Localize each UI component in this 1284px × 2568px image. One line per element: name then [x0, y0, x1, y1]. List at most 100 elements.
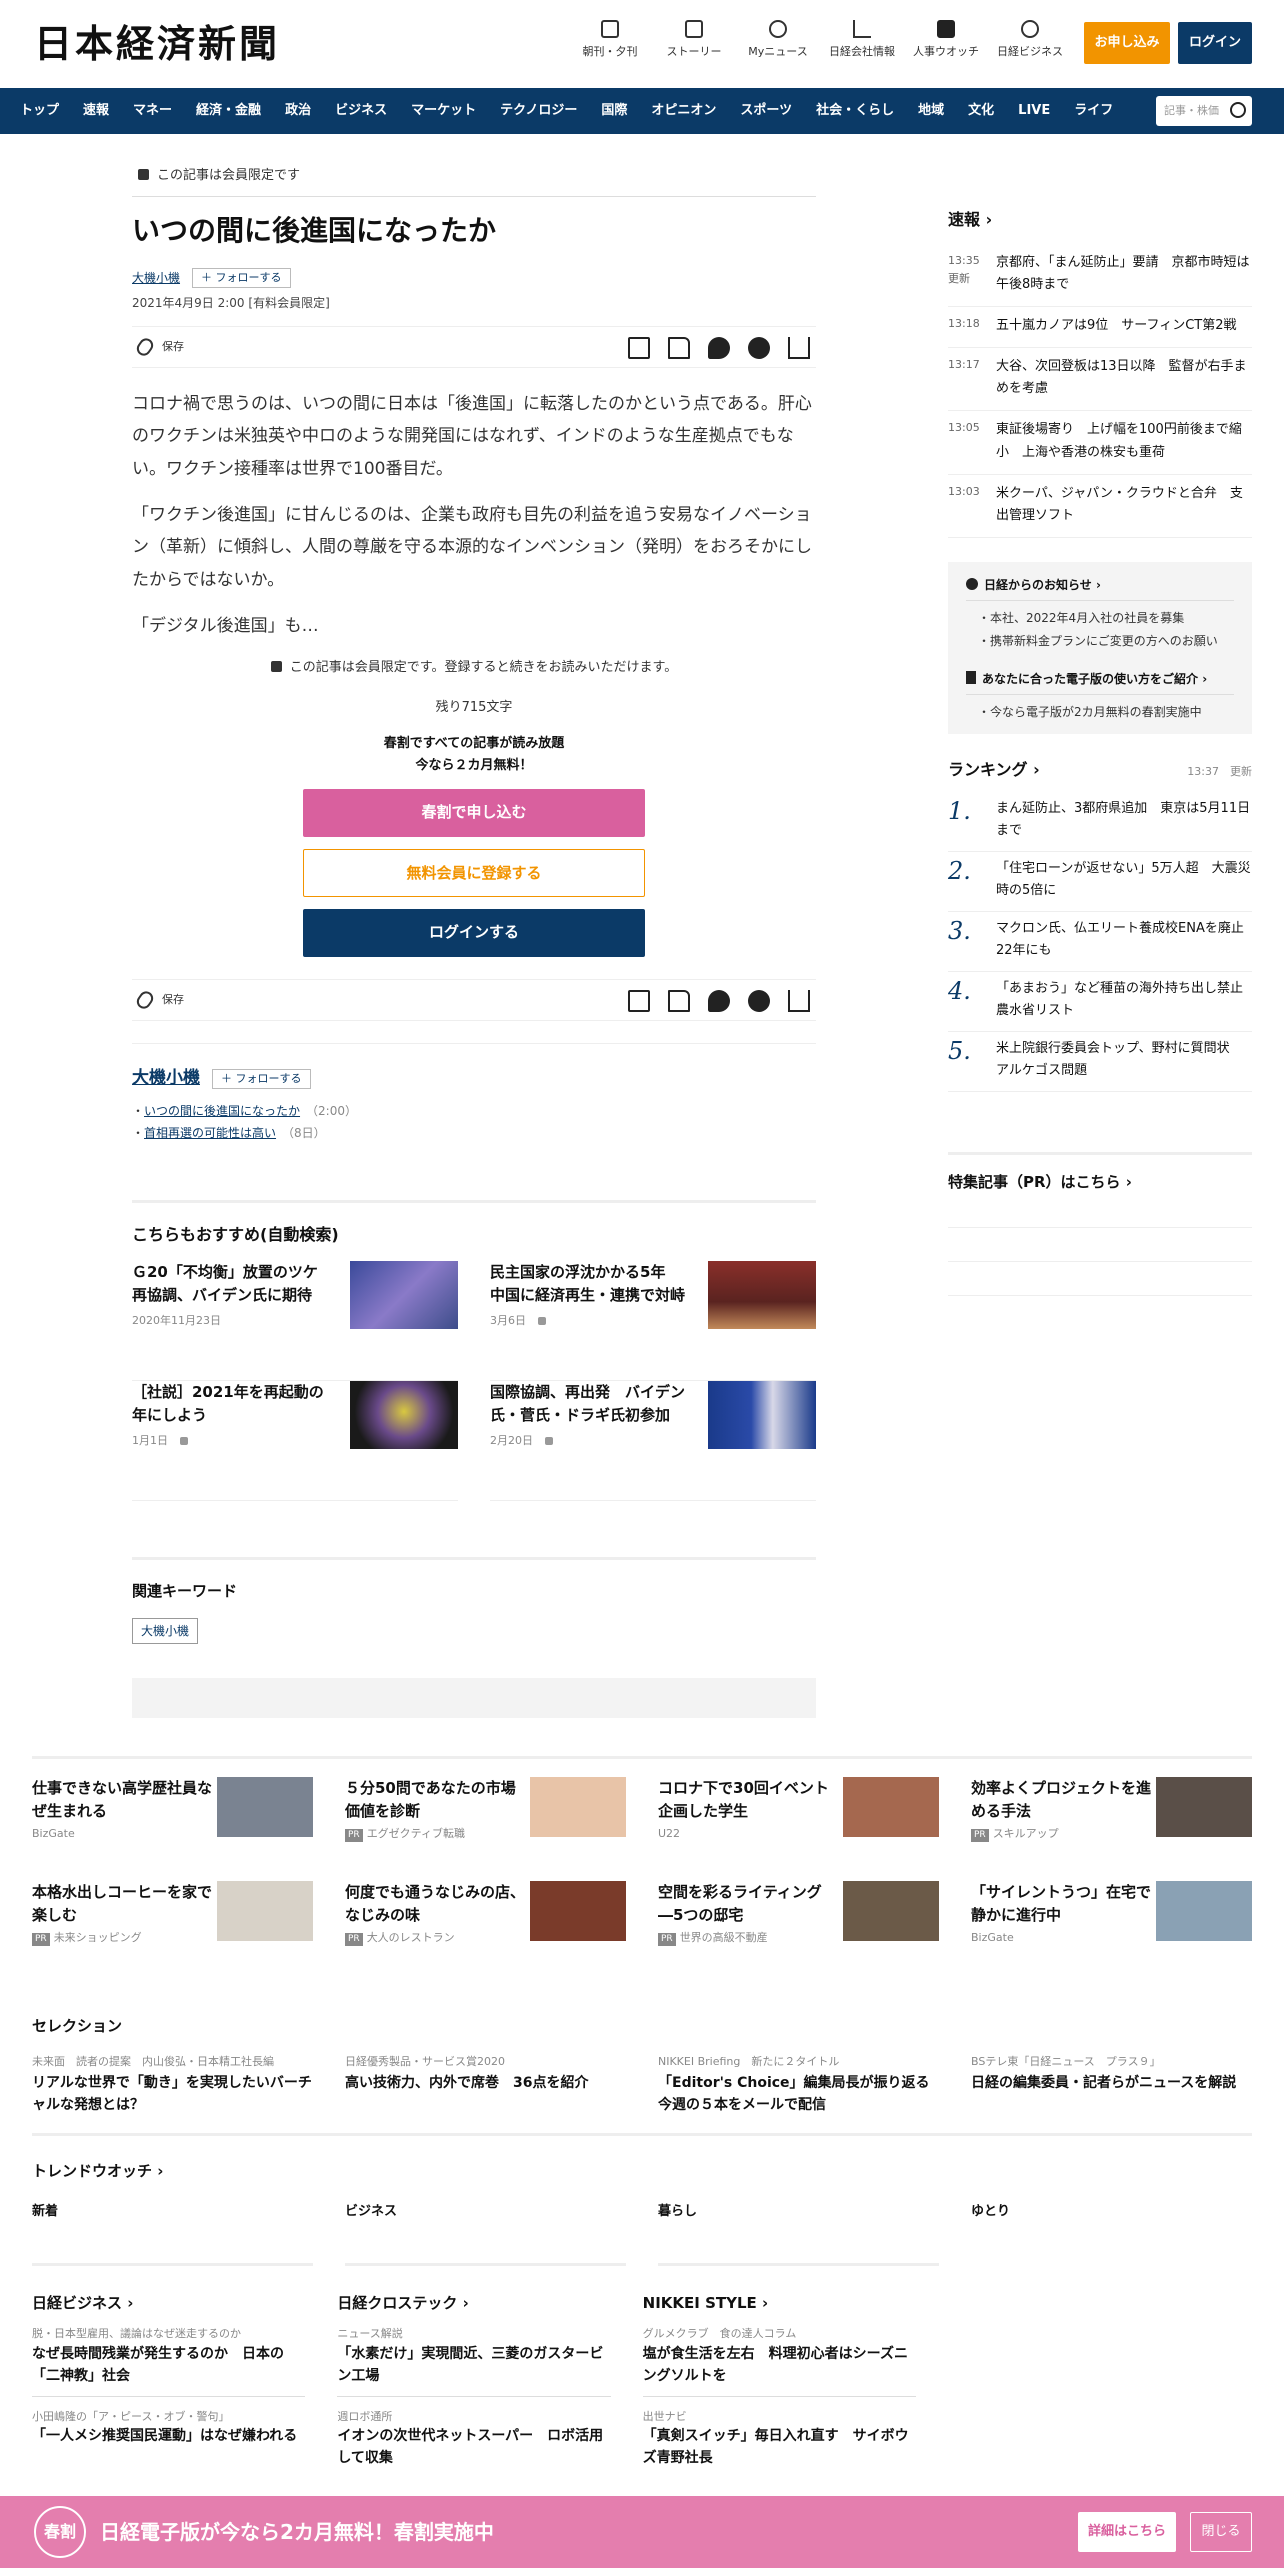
nav-market[interactable]: マーケット — [411, 101, 476, 121]
author-name-link[interactable]: 大機小機 — [132, 1066, 200, 1092]
media-article[interactable]: 脱・日本型雇用、議論はなぜ迷走するのか なぜ長時間残業が発生するのか 日本の「二神… — [32, 2326, 306, 2397]
ad-item[interactable]: 「サイレントうつ」在宅で静かに進行中 BizGate — [971, 1881, 1252, 1985]
nikkei-business-link[interactable]: 日経ビジネス — [988, 20, 1072, 61]
login-button[interactable]: ログイン — [1178, 22, 1252, 64]
recommend-item[interactable]: Ｇ20「不均衡」放置のツケ 再協調、バイデン氏に期待 2020年11月23日 — [132, 1260, 458, 1381]
note-icon[interactable] — [668, 337, 690, 360]
free-register-button[interactable]: 無料会員に登録する — [303, 849, 645, 898]
nav-life[interactable]: ライフ — [1074, 101, 1113, 121]
trend-tab-leisure[interactable]: ゆとり — [971, 2204, 1010, 2219]
login-cta-button[interactable]: ログインする — [303, 909, 645, 958]
ranking-item[interactable]: 3. マクロン氏、仏エリート養成校ENAを廃止 22年にも — [948, 912, 1257, 973]
trend-tab-new[interactable]: 新着 — [32, 2204, 58, 2219]
trend-title[interactable]: トレンドウオッチ — [32, 2160, 1252, 2183]
nav-top[interactable]: トップ — [20, 101, 59, 121]
follow-button[interactable]: ＋ フォローする — [192, 267, 291, 289]
nav-international[interactable]: 国際 — [601, 101, 627, 121]
media-title[interactable]: 日経クロステック — [337, 2292, 610, 2315]
news-item[interactable]: 13:03 米クーパ、ジャパン・クラウドと合弁 支出管理ソフト — [948, 475, 1252, 538]
ad-item[interactable]: 本格水出しコーヒーを家で楽しむ PR 未来ショッピング — [32, 1881, 313, 1985]
ad-item[interactable]: 仕事できない高学歴社員なぜ生まれる BizGate — [32, 1777, 313, 1881]
media-article[interactable]: 週ロボ通所 イオンの次世代ネットスーパー ロボ活用して収集 — [337, 2409, 610, 2470]
news-item[interactable]: 13:17 大谷、次回登板は13日以降 監督が右手まめを考慮 — [948, 348, 1252, 412]
story-link[interactable]: ストーリー — [652, 20, 736, 61]
news-item[interactable]: 13:35 更新 京都府、「まん延防止」要請 京都市時短は午後8時まで — [948, 244, 1252, 308]
twitter-icon[interactable] — [708, 337, 730, 360]
notice-title[interactable]: 日経からのお知らせ — [966, 576, 1234, 594]
list-item[interactable]: ・本社、2022年4月入社の社員を募集 — [966, 607, 1234, 630]
save-button[interactable]: 保存 — [134, 335, 184, 359]
ranking-item[interactable]: 4. 「あまおう」など種苗の海外持ち出し禁止 農水省リスト — [948, 972, 1256, 1033]
media-article[interactable]: ニュース解説 「水素だけ」実現間近、三菱のガスタービン工場 — [337, 2326, 611, 2397]
follow-button[interactable]: ＋ フォローする — [212, 1068, 311, 1090]
ranking-title[interactable]: ランキング — [948, 758, 1040, 782]
share-icon[interactable] — [788, 990, 810, 1013]
author-link[interactable]: 大機小機 — [132, 269, 180, 287]
nav-live[interactable]: LIVE — [1018, 101, 1050, 121]
media-article[interactable]: 小田嶋隆の「ア・ピース・オブ・警句」 「一人メシ推奨国民運動」はなぜ嫌われる — [32, 2409, 305, 2448]
site-logo[interactable]: 日本経済新聞 — [34, 22, 280, 66]
note-icon[interactable] — [668, 990, 690, 1013]
banner-detail-button[interactable]: 詳細はこちら — [1078, 2512, 1176, 2552]
list-item[interactable]: ・今なら電子版が2カ月無料の春割実施中 — [966, 701, 1234, 724]
recommend-item[interactable]: 民主国家の浮沈かかる5年 中国に経済再生・連携で対峙 3月6日 — [490, 1260, 816, 1381]
recommend-item[interactable]: ［社説］2021年を再起動の年にしよう 1月1日 — [132, 1380, 458, 1501]
keyword-tag[interactable]: 大機小機 — [132, 1618, 199, 1645]
nav-region[interactable]: 地域 — [918, 101, 944, 121]
news-item[interactable]: 13:05 東証後場寄り 上げ幅を100円前後まで縮小 上海や香港の株安も重荷 — [948, 411, 1252, 475]
ranking-item[interactable]: 5. 米上院銀行委員会トップ、野村に質問状 アルケゴス問題 — [948, 1032, 1252, 1093]
nav-breaking[interactable]: 速報 — [83, 101, 109, 121]
banner-close-button[interactable]: 閉じる — [1190, 2512, 1252, 2552]
nav-sports[interactable]: スポーツ — [740, 101, 792, 121]
selection-item[interactable]: 未来面 読者の提案 内山俊弘・日本精工社長編 リアルな世界で「動き」を実現したいバ… — [32, 2054, 313, 2117]
nav-money[interactable]: マネー — [133, 101, 172, 121]
guide-title[interactable]: あなたに合った電子版の使い方をご紹介 — [966, 670, 1234, 688]
selection-item[interactable]: BSテレ東「日経ニュース プラス９」 日経の編集委員・記者らがニュースを解説 — [971, 2054, 1252, 2117]
share-icon[interactable] — [788, 337, 810, 360]
nav-technology[interactable]: テクノロジー — [500, 101, 577, 121]
ranking-item[interactable]: 2. 「住宅ローンが返せない」5万人超 大震災時の5倍に — [948, 852, 1252, 913]
ranking-item[interactable]: 1. まん延防止、3都府県追加 東京は5月11日まで — [948, 792, 1252, 853]
trend-tab-living[interactable]: 暮らし — [658, 2204, 697, 2219]
apply-button[interactable]: お申し込み — [1084, 22, 1170, 64]
ad-item[interactable]: 何度でも通うなじみの店、なじみの味 PR 大人のレストラン — [345, 1881, 626, 1985]
breaking-news-title[interactable]: 速報 — [948, 208, 1252, 232]
company-info-link[interactable]: 日経会社情報 — [820, 20, 904, 61]
media-article[interactable]: 出世ナビ 「真剣スイッチ」毎日入れ直す サイボウズ青野社長 — [643, 2409, 916, 2470]
save-button[interactable]: 保存 — [134, 989, 184, 1012]
facebook-icon[interactable] — [748, 337, 770, 360]
newspaper-icon — [601, 20, 619, 38]
ad-item[interactable]: 空間を彩るライティング―5つの邸宅 PR 世界の高級不動産 — [658, 1881, 939, 1985]
mail-icon[interactable] — [628, 337, 650, 360]
news-item[interactable]: 13:18 五十嵐カノアは9位 サーフィンCT第2戦 — [948, 307, 1252, 349]
media-article[interactable]: グルメクラブ 食の達人コラム 塩が食生活を左右 料理初心者はシーズニングソルトを — [642, 2326, 916, 2397]
nav-society[interactable]: 社会・くらし — [816, 101, 894, 121]
morning-evening-link[interactable]: 朝刊・夕刊 — [568, 20, 652, 61]
trend-tab-business[interactable]: ビジネス — [345, 2204, 397, 2219]
facebook-icon[interactable] — [748, 990, 770, 1013]
nav-politics[interactable]: 政治 — [285, 101, 311, 121]
media-title[interactable]: NIKKEI STYLE — [643, 2292, 916, 2315]
nav-economy[interactable]: 経済・金融 — [196, 101, 261, 121]
pr-title[interactable]: 特集記事（PR）はこちら — [948, 1171, 1252, 1194]
selection-item[interactable]: NIKKEI Briefing 新たに２タイトル 「Editor's Choice… — [658, 2054, 939, 2117]
author-article-link[interactable]: 首相再選の可能性は高い — [144, 1126, 276, 1140]
ad-item[interactable]: コロナ下で30回イベント企画した学生 U22 — [658, 1777, 939, 1881]
my-news-link[interactable]: Myニュース — [736, 20, 820, 61]
search-input[interactable]: 記事・株価 — [1156, 96, 1252, 126]
search-icon[interactable] — [1230, 102, 1246, 118]
list-item[interactable]: ・携帯新料金プランにご変更の方へのお願い — [966, 630, 1234, 653]
selection-item[interactable]: 日経優秀製品・サービス賞2020 高い技術力、内外で席巻 36点を紹介 — [345, 2054, 626, 2117]
author-article-link[interactable]: いつの間に後進国になったか — [144, 1104, 300, 1118]
nav-business[interactable]: ビジネス — [335, 101, 387, 121]
twitter-icon[interactable] — [708, 990, 730, 1013]
nav-opinion[interactable]: オピニオン — [651, 101, 716, 121]
nav-culture[interactable]: 文化 — [968, 101, 994, 121]
personnel-watch-link[interactable]: 人事ウオッチ — [904, 20, 988, 61]
mail-icon[interactable] — [628, 990, 650, 1013]
media-title[interactable]: 日経ビジネス — [32, 2292, 305, 2315]
recommend-item[interactable]: 国際協調、再出発 バイデン氏・菅氏・ドラギ氏初参加 2月20日 — [490, 1380, 816, 1501]
spring-subscribe-button[interactable]: 春割で申し込む — [303, 789, 645, 838]
ad-item[interactable]: 効率よくプロジェクトを進める手法 PR スキルアップ — [971, 1777, 1252, 1881]
ad-item[interactable]: ５分50問であなたの市場価値を診断 PR エグゼクティブ転職 — [345, 1777, 626, 1881]
